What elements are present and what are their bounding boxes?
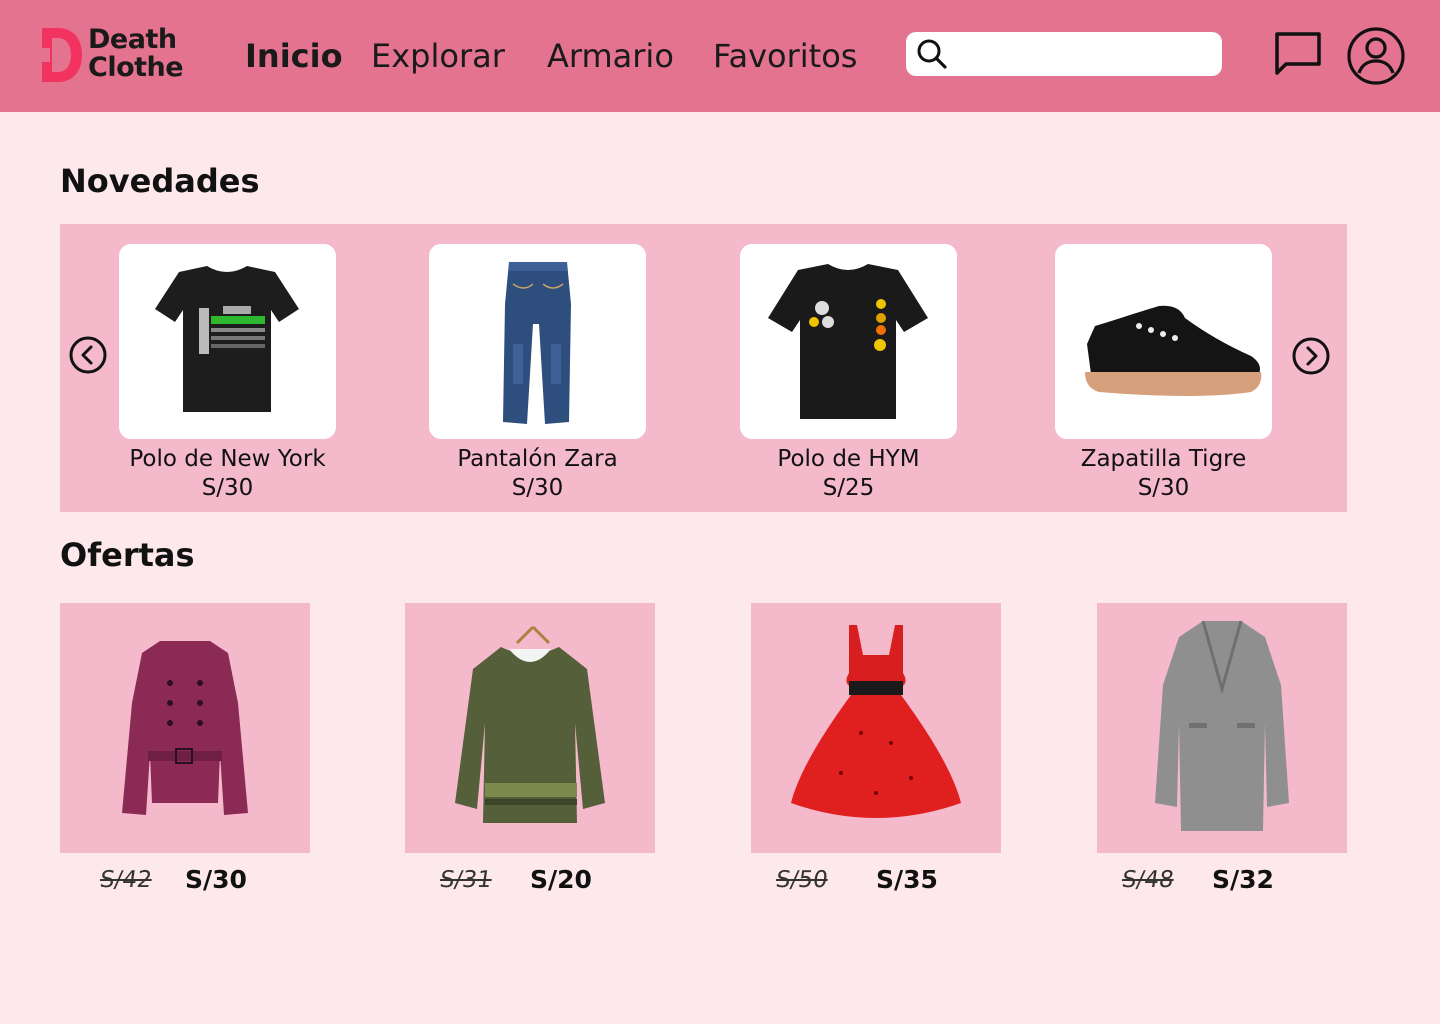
offer-prices: S/50 S/35: [751, 861, 1001, 901]
offer-image-red-polka-dot-dress: [751, 603, 1001, 853]
chevron-left-circle-icon[interactable]: [68, 335, 108, 375]
offer-image-grey-long-coat: [1097, 603, 1347, 853]
section-title-ofertas: Ofertas: [60, 536, 195, 574]
chat-icon[interactable]: [1272, 30, 1324, 78]
product-price: S/30: [201, 475, 254, 501]
offer-prices: S/31 S/20: [405, 861, 655, 901]
new-price: S/20: [530, 865, 592, 894]
new-price: S/30: [185, 865, 247, 894]
search-input[interactable]: [956, 38, 1212, 70]
brand-name: Death Clothe: [88, 24, 184, 83]
user-icon[interactable]: [1346, 26, 1406, 86]
offer-prices: S/42 S/30: [60, 861, 310, 901]
product-price: S/30: [511, 475, 564, 501]
product-card[interactable]: Zapatilla Tigre S/30: [1055, 244, 1272, 503]
new-products-carousel: Polo de New York S/30 Pantalón Zara S/30: [60, 224, 1347, 512]
nav-armario[interactable]: Armario: [547, 34, 674, 78]
search-bar[interactable]: [906, 32, 1222, 76]
product-card[interactable]: Polo de HYM S/25: [740, 244, 957, 503]
old-price: S/48: [1120, 867, 1176, 893]
nav-inicio[interactable]: Inicio: [245, 34, 343, 78]
offer-image-green-patterned-blouse: [405, 603, 655, 853]
offer-card[interactable]: S/42 S/30: [60, 603, 310, 901]
product-name: Polo de HYM: [777, 446, 920, 472]
product-image-blue-jeans: [429, 244, 646, 439]
old-price: S/42: [98, 867, 154, 893]
product-price: S/25: [822, 475, 875, 501]
top-header: Death Clothe Inicio Explorar Armario Fav…: [0, 0, 1440, 112]
logo-d-icon: [40, 28, 82, 82]
product-card[interactable]: Polo de New York S/30: [119, 244, 336, 503]
chevron-right-circle-icon[interactable]: [1291, 336, 1331, 376]
product-name: Zapatilla Tigre: [1080, 446, 1247, 472]
new-price: S/35: [876, 865, 938, 894]
product-price: S/30: [1137, 475, 1190, 501]
nav-favoritos[interactable]: Favoritos: [713, 34, 857, 78]
product-image-black-tshirt-new-york: [119, 244, 336, 439]
old-price: S/31: [438, 867, 494, 893]
new-price: S/32: [1212, 865, 1274, 894]
offer-card[interactable]: S/48 S/32: [1097, 603, 1347, 901]
product-image-black-tshirt-patches: [740, 244, 957, 439]
offer-card[interactable]: S/50 S/35: [751, 603, 1001, 901]
offer-image-burgundy-trench-coat: [60, 603, 310, 853]
product-name: Polo de New York: [129, 446, 326, 472]
product-name: Pantalón Zara: [457, 446, 618, 472]
brand-logo[interactable]: Death Clothe: [40, 24, 210, 88]
brand-line-2: Clothe: [88, 52, 184, 83]
nav-explorar[interactable]: Explorar: [371, 34, 505, 78]
brand-line-1: Death: [88, 24, 177, 55]
old-price: S/50: [774, 867, 830, 893]
section-title-novedades: Novedades: [60, 162, 260, 200]
search-icon: [917, 39, 947, 69]
product-image-black-sneaker: [1055, 244, 1272, 439]
offer-card[interactable]: S/31 S/20: [405, 603, 655, 901]
product-card[interactable]: Pantalón Zara S/30: [429, 244, 646, 503]
offer-prices: S/48 S/32: [1097, 861, 1347, 901]
